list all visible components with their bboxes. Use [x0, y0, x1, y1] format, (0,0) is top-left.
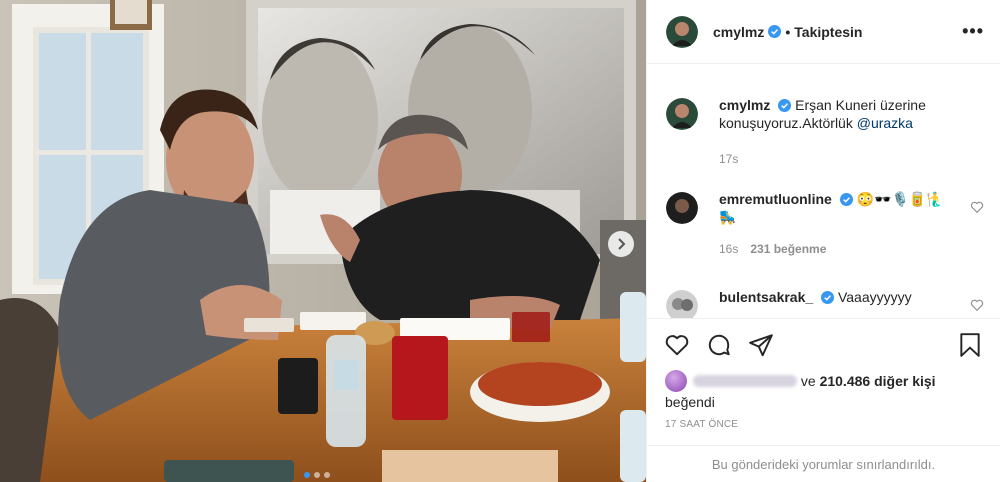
comment-time[interactable]: 16s [719, 242, 738, 256]
heart-icon [665, 335, 689, 356]
comment-button[interactable] [705, 331, 733, 359]
like-button[interactable] [663, 331, 691, 359]
more-options-button[interactable]: ••• [962, 21, 984, 42]
comment-item: emremutluonline 😳🕶️🎙️🥫🧜‍♂️ 🛼 16s 231 beğe… [666, 190, 984, 258]
comment-text: Vaaayyyyyy [837, 289, 912, 305]
mention-link[interactable]: @urazka [857, 115, 913, 131]
caption-username[interactable]: cmylmz [719, 97, 770, 113]
post-side-panel: cmylmz • Takiptesin ••• cmylmz Erşan Kun… [646, 0, 1000, 482]
verified-badge-icon [821, 291, 835, 304]
likes-summary: ve 210.486 diğer kişi beğendi [665, 370, 984, 412]
verified-badge-icon [778, 99, 792, 112]
post-photo[interactable] [0, 0, 646, 482]
carousel-dot [304, 472, 310, 478]
bookmark-icon [960, 333, 980, 357]
action-bar [663, 325, 984, 365]
comment-item: bulentsakrak_ Vaaayyyyyy [666, 288, 984, 318]
author-avatar[interactable] [666, 15, 698, 48]
comment-username[interactable]: emremutluonline [719, 191, 832, 207]
likes-count-link[interactable]: 210.486 diğer kişi [820, 373, 936, 389]
comment-bubble-icon [708, 334, 730, 356]
author-avatar[interactable] [666, 98, 698, 130]
carousel-indicator [304, 472, 330, 478]
save-button[interactable] [956, 331, 984, 359]
verified-badge-icon [768, 25, 782, 38]
caption-time[interactable]: 17s [719, 152, 738, 166]
comments-list: cmylmz Erşan Kuneri üzerine konuşuyoruz.… [647, 64, 1000, 318]
heart-icon[interactable] [970, 200, 984, 214]
heart-icon[interactable] [970, 298, 984, 312]
photo-illustration [0, 0, 646, 482]
post-header: cmylmz • Takiptesin ••• [647, 0, 1000, 64]
share-button[interactable] [747, 331, 775, 359]
carousel-dot [314, 472, 320, 478]
paper-plane-icon [749, 334, 773, 357]
blurred-liker-name[interactable] [693, 375, 797, 387]
liker-avatar[interactable] [665, 370, 687, 392]
separator-dot: • [785, 23, 791, 40]
carousel-dot [324, 472, 330, 478]
verified-badge-icon [839, 193, 853, 206]
post-timestamp[interactable]: 17 SAAT ÖNCE [665, 419, 738, 430]
commenter-avatar[interactable] [666, 290, 698, 318]
likes-suffix: beğendi [665, 394, 715, 410]
next-slide-button[interactable] [608, 231, 634, 257]
caption: cmylmz Erşan Kuneri üzerine konuşuyoruz.… [666, 96, 984, 168]
commenter-avatar[interactable] [666, 192, 698, 224]
chevron-right-icon [618, 238, 626, 250]
comment-username[interactable]: bulentsakrak_ [719, 289, 813, 305]
following-status[interactable]: Takiptesin [794, 24, 862, 40]
author-username[interactable]: cmylmz [713, 24, 764, 40]
comments-restricted-notice: Bu gönderideki yorumlar sınırlandırıldı. [647, 445, 1000, 482]
likes-prefix: ve [800, 373, 816, 389]
comment-like-count[interactable]: 231 beğenme [750, 242, 826, 256]
divider [647, 318, 1000, 319]
